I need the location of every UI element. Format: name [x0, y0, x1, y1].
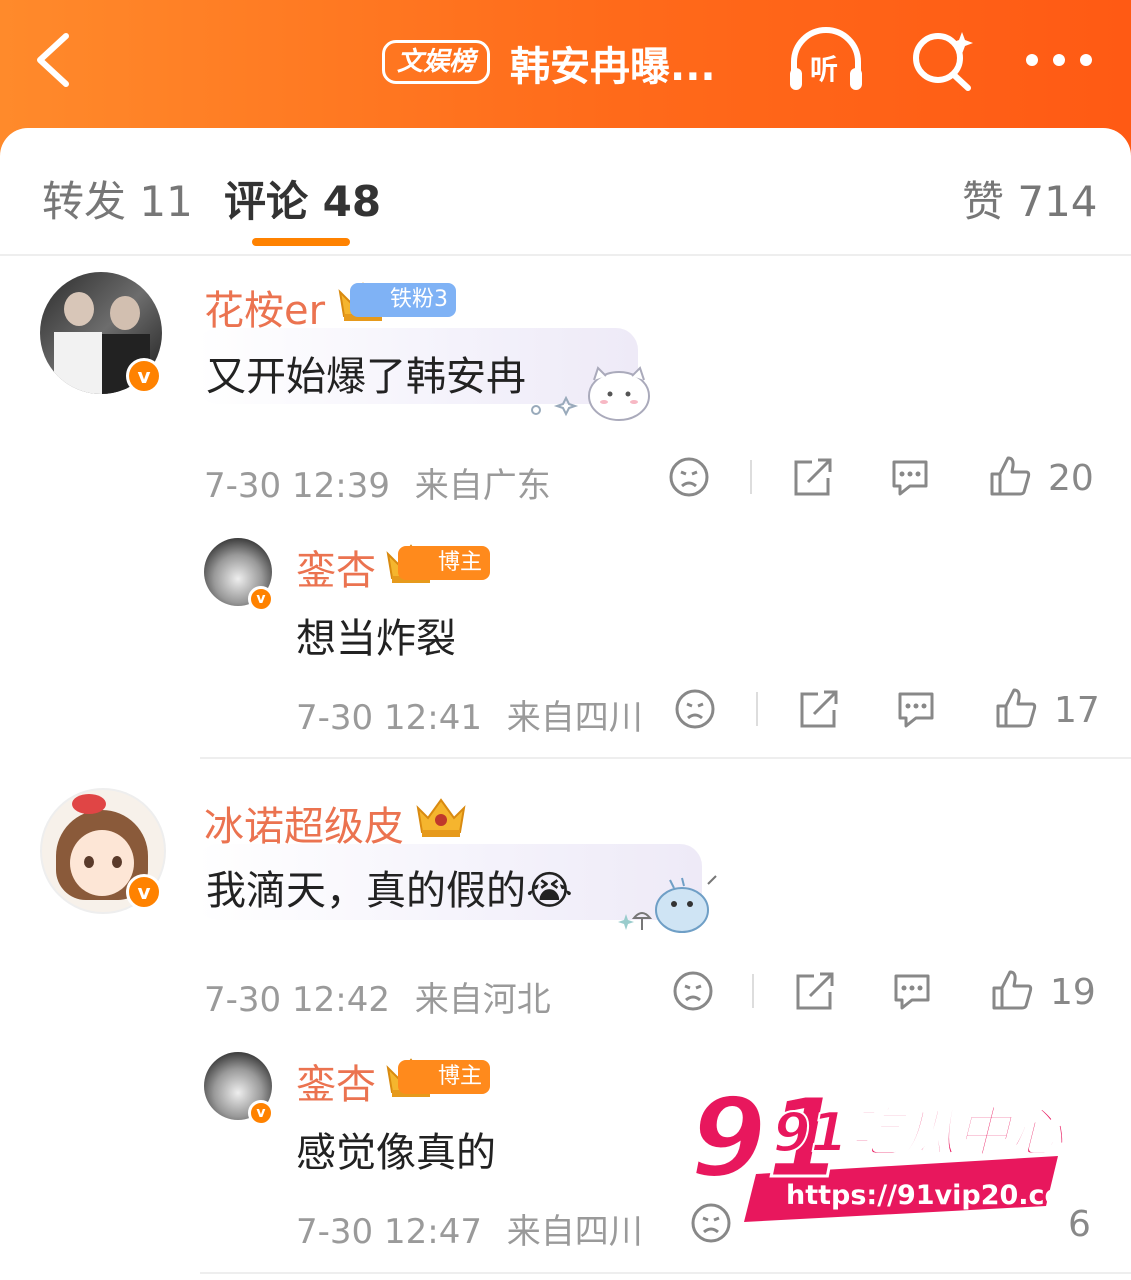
verified-badge: v [248, 1100, 274, 1126]
timestamp: 7-30 12:47 [296, 1212, 482, 1252]
location: 来自四川 [506, 1212, 643, 1252]
page-title: 韩安冉曝... [510, 44, 716, 90]
like-count: 17 [1054, 690, 1100, 731]
reply-icon[interactable] [888, 456, 932, 498]
reply-username[interactable]: 銮杏 [296, 538, 376, 596]
crown-icon [416, 798, 466, 837]
fan-badge: 铁粉3 [350, 283, 456, 317]
like-count: 19 [1050, 972, 1096, 1013]
divider [752, 974, 754, 1008]
timestamp: 7-30 12:39 [204, 466, 390, 506]
share-icon[interactable] [796, 688, 840, 730]
comment-divider [200, 757, 1131, 759]
thumb-up-icon[interactable] [990, 968, 1034, 1012]
tab-comments[interactable]: 评论 48 [224, 168, 381, 229]
dislike-icon[interactable] [674, 688, 716, 730]
hot-list-tag[interactable]: 文娱榜 [382, 40, 491, 84]
thumb-up-icon[interactable] [988, 454, 1032, 498]
share-icon[interactable] [790, 456, 834, 498]
divider [750, 460, 752, 494]
reply-icon[interactable] [894, 688, 938, 730]
comment-item: v 花桉er 铁粉3 又开始爆了韩安冉 7-30 12:39 来自广东 20 v… [0, 270, 1131, 750]
divider [756, 692, 758, 726]
verified-badge: v [126, 358, 162, 394]
timestamp: 7-30 12:41 [296, 698, 482, 738]
watermark-url: https://91vip20.com [786, 1180, 1092, 1211]
reply-text: 想当炸裂 [296, 616, 456, 662]
blogger-badge: 博主 [398, 546, 491, 580]
location: 来自四川 [506, 698, 643, 738]
share-icon[interactable] [792, 970, 836, 1012]
reply-icon[interactable] [890, 970, 934, 1012]
active-tab-indicator [252, 238, 350, 246]
reply-username[interactable]: 銮杏 [296, 1052, 376, 1110]
more-icon[interactable] [1024, 50, 1094, 70]
chevron-left-icon[interactable] [30, 30, 80, 90]
comment-meta: 7-30 12:42 来自河北 [204, 972, 551, 1021]
tab-reposts[interactable]: 转发 11 [42, 168, 193, 229]
comment-text: 又开始爆了韩安冉 [206, 354, 526, 400]
comment-meta: 7-30 12:39 来自广东 [204, 458, 551, 507]
location: 来自广东 [414, 466, 551, 506]
reply-text: 感觉像真的 [296, 1130, 496, 1176]
tab-bar: 转发 11 评论 48 赞 714 [0, 160, 1131, 256]
listen-icon[interactable]: 听 [786, 26, 866, 96]
search-icon[interactable] [910, 28, 976, 94]
watermark-brand: 91吃瓜中心 [772, 1100, 1065, 1165]
comment-divider [200, 1272, 1131, 1274]
timestamp: 7-30 12:42 [204, 980, 390, 1020]
cat-sticker-icon [531, 366, 650, 421]
dislike-icon[interactable] [672, 970, 714, 1012]
watermark-logo: 91 91吃瓜中心 https://91vip20.com [689, 1073, 1091, 1228]
verified-badge: v [126, 874, 162, 910]
blogger-badge: 博主 [398, 1060, 491, 1094]
comment-text: 我滴天，真的假的😭 [206, 868, 573, 914]
verified-badge: v [248, 586, 274, 612]
shark-sticker-icon [618, 875, 717, 933]
dislike-icon[interactable] [668, 456, 710, 498]
tab-likes[interactable]: 赞 714 [962, 168, 1098, 229]
location: 来自河北 [414, 980, 551, 1020]
listen-label: 听 [810, 53, 839, 86]
reply-meta: 7-30 12:41 来自四川 [296, 690, 643, 739]
like-count: 20 [1048, 458, 1094, 499]
reply-meta: 7-30 12:47 来自四川 [296, 1204, 643, 1253]
thumb-up-icon[interactable] [994, 686, 1038, 730]
